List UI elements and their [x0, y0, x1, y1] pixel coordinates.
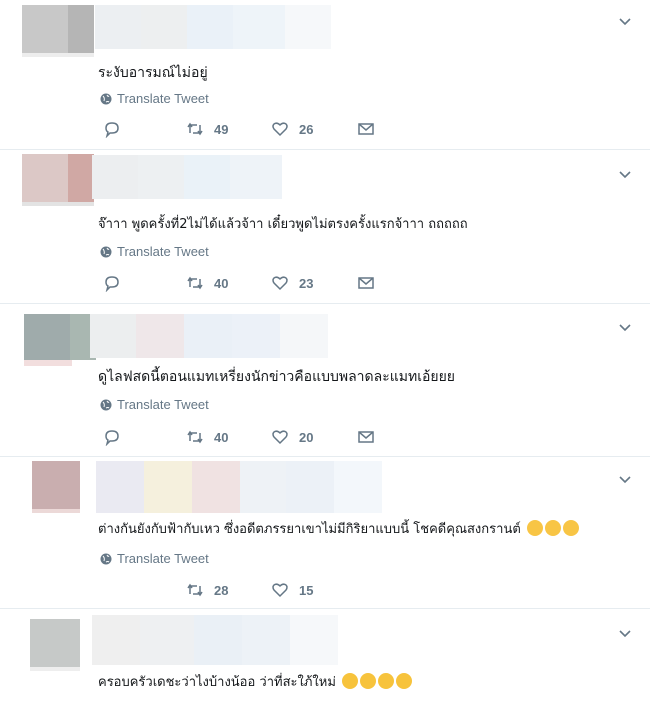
tweet-text: ต่างกันยังกับฟ้ากับเหว ซึ่งอดีตภรรยาเขาไ… [98, 520, 579, 539]
blurred-user-name[interactable] [95, 5, 331, 49]
globe-icon [100, 399, 112, 410]
chevron-down-icon[interactable] [618, 626, 632, 640]
avatar[interactable] [24, 314, 96, 366]
translate-label: Translate Tweet [117, 397, 209, 412]
reply-button[interactable] [103, 274, 121, 292]
retweet-count: 28 [214, 582, 229, 598]
translate-label: Translate Tweet [117, 244, 209, 259]
envelope-icon [358, 123, 374, 135]
blurred-user-name[interactable] [90, 314, 328, 358]
globe-icon [100, 246, 112, 257]
envelope-icon [358, 431, 374, 443]
retweet-button[interactable]: 28 [186, 581, 228, 599]
retweet-count: 40 [214, 429, 229, 445]
reply-button[interactable] [103, 120, 121, 138]
rolling-laughing-icon [360, 673, 377, 689]
chevron-down-icon[interactable] [618, 472, 632, 486]
retweet-button[interactable]: 49 [186, 120, 228, 138]
tweet[interactable]: ระงับอารมณ์ไม่อยู่ Translate Tweet 49 26 [0, 0, 650, 150]
heart-icon [272, 583, 288, 598]
blurred-user-name[interactable] [96, 461, 382, 513]
rolling-laughing-icon [396, 673, 413, 689]
unamused-face-icon [544, 520, 561, 536]
reply-button[interactable] [103, 428, 121, 446]
tweet-text-content: ครอบครัวเดชะว่าไงบ้างน้ออ ว่าที่สะใภ้ใหม… [98, 675, 336, 690]
like-count: 23 [299, 275, 314, 291]
tweet-text: ดูไลฟสดนี้ตอนแมทเหรี่ยงนักข่าวคือแบบพลาด… [98, 369, 456, 385]
direct-message-button[interactable] [357, 428, 375, 446]
envelope-icon [358, 277, 374, 289]
retweet-icon [187, 583, 203, 597]
rolling-laughing-icon [342, 673, 359, 689]
retweet-button[interactable]: 40 [186, 428, 228, 446]
tweet[interactable]: จ๊าาา พูดครั้งที่2ไม่ได้แล้วจ้าา เดี๋ยวพ… [0, 150, 650, 304]
like-count: 20 [299, 429, 314, 445]
translate-label: Translate Tweet [117, 551, 209, 566]
blurred-user-name[interactable] [92, 615, 368, 665]
avatar[interactable] [32, 461, 104, 513]
tweet[interactable]: ดูไลฟสดนี้ตอนแมทเหรี่ยงนักข่าวคือแบบพลาด… [0, 304, 650, 457]
unamused-face-icon [562, 520, 579, 536]
heart-icon [272, 122, 288, 137]
translate-tweet-link[interactable]: Translate Tweet [100, 91, 209, 106]
blurred-user-name[interactable] [92, 155, 282, 199]
tweet-text: ครอบครัวเดชะว่าไงบ้างน้ออ ว่าที่สะใภ้ใหม… [98, 673, 413, 692]
avatar[interactable] [22, 154, 94, 206]
heart-icon [272, 276, 288, 291]
tweet[interactable]: ครอบครัวเดชะว่าไงบ้างน้ออ ว่าที่สะใภ้ใหม… [0, 609, 650, 701]
globe-icon [100, 93, 112, 104]
retweet-button[interactable]: 40 [186, 274, 228, 292]
like-button[interactable]: 15 [271, 581, 313, 599]
like-count: 15 [299, 582, 314, 598]
globe-icon [100, 553, 112, 564]
tweet[interactable]: ต่างกันยังกับฟ้ากับเหว ซึ่งอดีตภรรยาเขาไ… [0, 457, 650, 609]
translate-tweet-link[interactable]: Translate Tweet [100, 551, 209, 566]
direct-message-button[interactable] [357, 274, 375, 292]
like-button[interactable]: 23 [271, 274, 313, 292]
tweet-text: จ๊าาา พูดครั้งที่2ไม่ได้แล้วจ้าา เดี๋ยวพ… [98, 217, 468, 232]
chevron-down-icon[interactable] [618, 320, 632, 334]
reply-icon [105, 122, 119, 138]
heart-icon [272, 430, 288, 445]
tweet-text-content: ต่างกันยังกับฟ้ากับเหว ซึ่งอดีตภรรยาเขาไ… [98, 522, 521, 537]
retweet-icon [187, 430, 203, 444]
tweet-text: ระงับอารมณ์ไม่อยู่ [98, 65, 208, 81]
rolling-laughing-icon [378, 673, 395, 689]
chevron-down-icon[interactable] [618, 167, 632, 181]
like-count: 26 [299, 121, 314, 137]
translate-label: Translate Tweet [117, 91, 209, 106]
chevron-down-icon[interactable] [618, 14, 632, 28]
retweet-icon [187, 276, 203, 290]
avatar[interactable] [22, 5, 94, 57]
like-button[interactable]: 26 [271, 120, 313, 138]
translate-tweet-link[interactable]: Translate Tweet [100, 244, 209, 259]
retweet-icon [187, 122, 203, 136]
unamused-face-icon [526, 520, 543, 536]
like-button[interactable]: 20 [271, 428, 313, 446]
translate-tweet-link[interactable]: Translate Tweet [100, 397, 209, 412]
retweet-count: 49 [214, 121, 229, 137]
reply-icon [105, 276, 119, 292]
reply-icon [105, 430, 119, 446]
retweet-count: 40 [214, 275, 229, 291]
direct-message-button[interactable] [357, 120, 375, 138]
